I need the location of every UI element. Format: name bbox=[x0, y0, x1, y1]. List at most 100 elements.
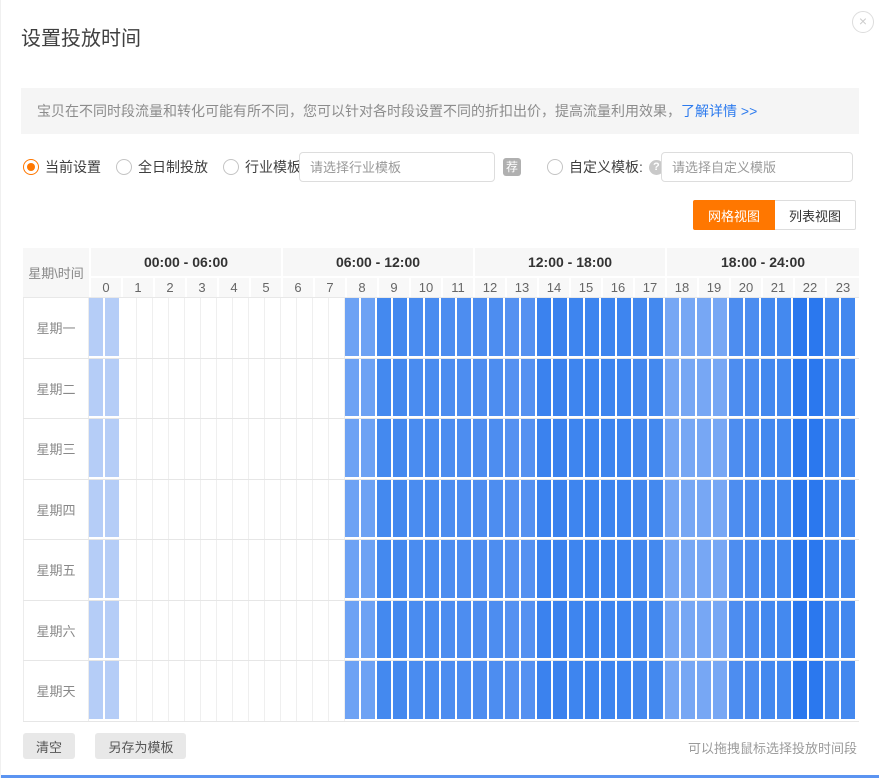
time-cell[interactable] bbox=[345, 601, 361, 661]
time-cell[interactable] bbox=[553, 480, 569, 540]
time-cell[interactable] bbox=[713, 480, 729, 540]
time-cell[interactable] bbox=[729, 661, 745, 721]
time-cell[interactable] bbox=[537, 480, 553, 540]
time-cell[interactable] bbox=[617, 419, 633, 479]
time-cell[interactable] bbox=[601, 661, 617, 721]
time-cell[interactable] bbox=[105, 419, 121, 479]
time-cell[interactable] bbox=[537, 540, 553, 600]
time-cell[interactable] bbox=[345, 480, 361, 540]
time-cell[interactable] bbox=[649, 540, 665, 600]
time-cell[interactable] bbox=[793, 419, 809, 479]
time-cell[interactable] bbox=[825, 540, 841, 600]
save-as-template-button[interactable]: 另存为模板 bbox=[95, 733, 186, 759]
time-cell[interactable] bbox=[153, 359, 169, 419]
time-cell[interactable] bbox=[457, 540, 473, 600]
time-cell[interactable] bbox=[201, 661, 217, 721]
time-cell[interactable] bbox=[185, 540, 201, 600]
time-cell[interactable] bbox=[489, 359, 505, 419]
time-cell[interactable] bbox=[761, 601, 777, 661]
time-cell[interactable] bbox=[537, 661, 553, 721]
learn-more-link[interactable]: 了解详情 >> bbox=[681, 103, 757, 119]
time-cell[interactable] bbox=[537, 419, 553, 479]
time-cell[interactable] bbox=[761, 298, 777, 358]
time-cell[interactable] bbox=[457, 359, 473, 419]
time-cell[interactable] bbox=[281, 298, 297, 358]
time-cell[interactable] bbox=[777, 540, 793, 600]
time-cell[interactable] bbox=[633, 359, 649, 419]
radio-industry-template[interactable]: 行业模板: bbox=[223, 152, 305, 182]
time-cell[interactable] bbox=[825, 419, 841, 479]
time-cell[interactable] bbox=[441, 298, 457, 358]
time-cell[interactable] bbox=[249, 601, 265, 661]
time-cell[interactable] bbox=[825, 480, 841, 540]
time-cell[interactable] bbox=[505, 359, 521, 419]
time-cell[interactable] bbox=[697, 359, 713, 419]
time-cell[interactable] bbox=[569, 601, 585, 661]
clear-button[interactable]: 清空 bbox=[23, 733, 75, 759]
time-cell[interactable] bbox=[569, 298, 585, 358]
time-cell[interactable] bbox=[473, 419, 489, 479]
time-cell[interactable] bbox=[185, 480, 201, 540]
time-cell[interactable] bbox=[297, 661, 313, 721]
time-cell[interactable] bbox=[265, 419, 281, 479]
time-cell[interactable] bbox=[89, 540, 105, 600]
time-cell[interactable] bbox=[297, 359, 313, 419]
time-cell[interactable] bbox=[745, 601, 761, 661]
time-cell[interactable] bbox=[409, 298, 425, 358]
time-cell[interactable] bbox=[809, 359, 825, 419]
time-cell[interactable] bbox=[553, 661, 569, 721]
time-cell[interactable] bbox=[681, 661, 697, 721]
time-cell[interactable] bbox=[425, 601, 441, 661]
time-cell[interactable] bbox=[153, 298, 169, 358]
time-cell[interactable] bbox=[713, 540, 729, 600]
time-cell[interactable] bbox=[89, 359, 105, 419]
time-cell[interactable] bbox=[473, 540, 489, 600]
time-cell[interactable] bbox=[633, 661, 649, 721]
time-cell[interactable] bbox=[281, 661, 297, 721]
time-cell[interactable] bbox=[297, 601, 313, 661]
time-cell[interactable] bbox=[297, 540, 313, 600]
time-cell[interactable] bbox=[585, 601, 601, 661]
time-cell[interactable] bbox=[841, 419, 857, 479]
time-cell[interactable] bbox=[169, 661, 185, 721]
time-cell[interactable] bbox=[777, 601, 793, 661]
time-cell[interactable] bbox=[457, 480, 473, 540]
time-cell[interactable] bbox=[713, 601, 729, 661]
time-cell[interactable] bbox=[249, 359, 265, 419]
time-cell[interactable] bbox=[569, 419, 585, 479]
time-cell[interactable] bbox=[249, 419, 265, 479]
time-cell[interactable] bbox=[553, 359, 569, 419]
time-cell[interactable] bbox=[137, 298, 153, 358]
time-cell[interactable] bbox=[585, 419, 601, 479]
time-cell[interactable] bbox=[121, 661, 137, 721]
time-cell[interactable] bbox=[809, 480, 825, 540]
time-cell[interactable] bbox=[457, 298, 473, 358]
time-cell[interactable] bbox=[745, 298, 761, 358]
time-cell[interactable] bbox=[681, 601, 697, 661]
time-cell[interactable] bbox=[617, 480, 633, 540]
time-cell[interactable] bbox=[233, 359, 249, 419]
time-cell[interactable] bbox=[169, 419, 185, 479]
time-cell[interactable] bbox=[137, 480, 153, 540]
time-cell[interactable] bbox=[569, 661, 585, 721]
time-cell[interactable] bbox=[201, 540, 217, 600]
time-cell[interactable] bbox=[633, 298, 649, 358]
time-cell[interactable] bbox=[153, 661, 169, 721]
time-cell[interactable] bbox=[361, 601, 377, 661]
time-cell[interactable] bbox=[137, 359, 153, 419]
tab-grid-view[interactable]: 网格视图 bbox=[693, 200, 775, 230]
time-cell[interactable] bbox=[121, 359, 137, 419]
time-cell[interactable] bbox=[569, 540, 585, 600]
time-cell[interactable] bbox=[265, 298, 281, 358]
time-cell[interactable] bbox=[185, 298, 201, 358]
time-cell[interactable] bbox=[729, 480, 745, 540]
time-cell[interactable] bbox=[617, 601, 633, 661]
time-cell[interactable] bbox=[441, 540, 457, 600]
time-cell[interactable] bbox=[697, 480, 713, 540]
time-cell[interactable] bbox=[649, 480, 665, 540]
time-cell[interactable] bbox=[185, 359, 201, 419]
time-cell[interactable] bbox=[809, 540, 825, 600]
time-cell[interactable] bbox=[633, 540, 649, 600]
time-cell[interactable] bbox=[457, 661, 473, 721]
time-cell[interactable] bbox=[521, 298, 537, 358]
